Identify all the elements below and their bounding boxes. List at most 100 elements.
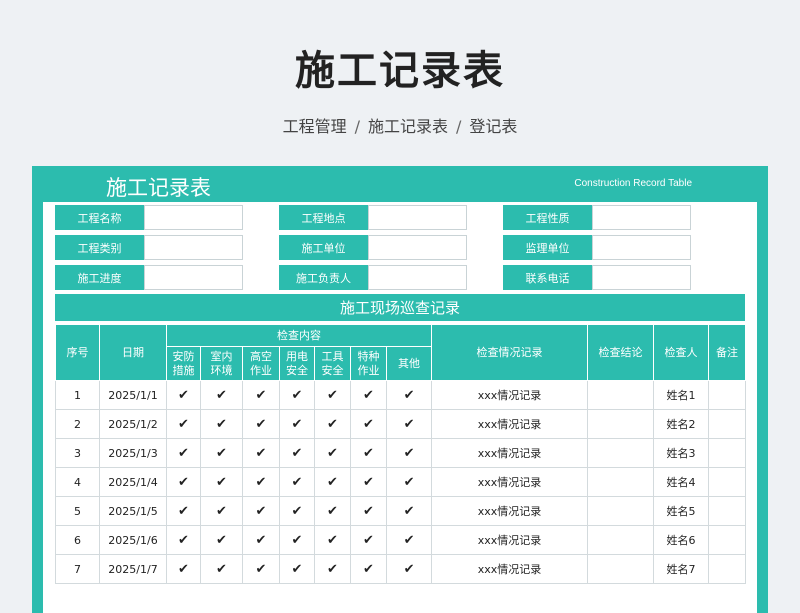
cell-remark[interactable] xyxy=(708,467,747,497)
cell-check-mark[interactable]: ✔ xyxy=(314,409,351,439)
cell-check-mark[interactable]: ✔ xyxy=(385,380,433,410)
cell-check-mark[interactable]: ✔ xyxy=(314,380,351,410)
cell-remark[interactable] xyxy=(708,438,747,468)
breadcrumb-item[interactable]: 施工记录表 xyxy=(368,117,448,136)
table-row[interactable]: 4 2025/1/4 ✔ ✔ ✔ ✔ ✔ ✔ ✔ xxx情况记录 姓名4 xyxy=(55,467,747,497)
cell-check-mark[interactable]: ✔ xyxy=(314,525,351,555)
table-row[interactable]: 5 2025/1/5 ✔ ✔ ✔ ✔ ✔ ✔ ✔ xxx情况记录 姓名5 xyxy=(55,496,747,526)
cell-check-mark[interactable]: ✔ xyxy=(166,380,201,410)
table-row[interactable]: 6 2025/1/6 ✔ ✔ ✔ ✔ ✔ ✔ ✔ xxx情况记录 姓名6 xyxy=(55,525,747,555)
cell-check-mark[interactable]: ✔ xyxy=(279,438,315,468)
cell-inspector[interactable]: 姓名4 xyxy=(653,467,710,497)
info-value-field[interactable] xyxy=(592,235,691,260)
info-value-field[interactable] xyxy=(144,265,243,290)
cell-conclusion[interactable] xyxy=(587,409,655,439)
cell-check-mark[interactable]: ✔ xyxy=(242,525,280,555)
cell-index[interactable]: 1 xyxy=(55,380,100,410)
cell-check-mark[interactable]: ✔ xyxy=(350,554,387,584)
cell-record[interactable]: xxx情况记录 xyxy=(431,467,589,497)
cell-remark[interactable] xyxy=(708,380,747,410)
cell-remark[interactable] xyxy=(708,409,747,439)
cell-index[interactable]: 4 xyxy=(55,467,100,497)
cell-check-mark[interactable]: ✔ xyxy=(200,525,243,555)
cell-remark[interactable] xyxy=(708,554,747,584)
cell-check-mark[interactable]: ✔ xyxy=(385,525,433,555)
info-value-field[interactable] xyxy=(144,235,243,260)
cell-index[interactable]: 3 xyxy=(55,438,100,468)
cell-check-mark[interactable]: ✔ xyxy=(314,438,351,468)
cell-date[interactable]: 2025/1/1 xyxy=(99,380,167,410)
cell-conclusion[interactable] xyxy=(587,554,655,584)
cell-remark[interactable] xyxy=(708,496,747,526)
info-value-field[interactable] xyxy=(144,205,243,230)
table-row[interactable]: 3 2025/1/3 ✔ ✔ ✔ ✔ ✔ ✔ ✔ xxx情况记录 姓名3 xyxy=(55,438,747,468)
cell-check-mark[interactable]: ✔ xyxy=(350,380,387,410)
cell-check-mark[interactable]: ✔ xyxy=(200,409,243,439)
table-row[interactable]: 2 2025/1/2 ✔ ✔ ✔ ✔ ✔ ✔ ✔ xxx情况记录 姓名2 xyxy=(55,409,747,439)
cell-record[interactable]: xxx情况记录 xyxy=(431,525,589,555)
table-row[interactable]: 7 2025/1/7 ✔ ✔ ✔ ✔ ✔ ✔ ✔ xxx情况记录 姓名7 xyxy=(55,554,747,584)
cell-conclusion[interactable] xyxy=(587,467,655,497)
info-value-field[interactable] xyxy=(368,235,467,260)
cell-check-mark[interactable]: ✔ xyxy=(279,496,315,526)
cell-inspector[interactable]: 姓名1 xyxy=(653,380,710,410)
cell-check-mark[interactable]: ✔ xyxy=(350,496,387,526)
cell-date[interactable]: 2025/1/3 xyxy=(99,438,167,468)
cell-record[interactable]: xxx情况记录 xyxy=(431,380,589,410)
cell-conclusion[interactable] xyxy=(587,525,655,555)
cell-check-mark[interactable]: ✔ xyxy=(166,554,201,584)
cell-check-mark[interactable]: ✔ xyxy=(350,525,387,555)
cell-check-mark[interactable]: ✔ xyxy=(385,554,433,584)
cell-conclusion[interactable] xyxy=(587,438,655,468)
cell-index[interactable]: 7 xyxy=(55,554,100,584)
cell-check-mark[interactable]: ✔ xyxy=(350,467,387,497)
cell-check-mark[interactable]: ✔ xyxy=(200,467,243,497)
cell-check-mark[interactable]: ✔ xyxy=(166,496,201,526)
cell-check-mark[interactable]: ✔ xyxy=(314,554,351,584)
cell-conclusion[interactable] xyxy=(587,380,655,410)
info-value-field[interactable] xyxy=(368,205,467,230)
info-value-field[interactable] xyxy=(368,265,467,290)
info-value-field[interactable] xyxy=(592,265,691,290)
cell-index[interactable]: 5 xyxy=(55,496,100,526)
cell-record[interactable]: xxx情况记录 xyxy=(431,438,589,468)
cell-check-mark[interactable]: ✔ xyxy=(279,554,315,584)
cell-index[interactable]: 2 xyxy=(55,409,100,439)
cell-check-mark[interactable]: ✔ xyxy=(385,496,433,526)
cell-check-mark[interactable]: ✔ xyxy=(350,438,387,468)
cell-check-mark[interactable]: ✔ xyxy=(166,409,201,439)
cell-check-mark[interactable]: ✔ xyxy=(242,380,280,410)
cell-date[interactable]: 2025/1/6 xyxy=(99,525,167,555)
cell-record[interactable]: xxx情况记录 xyxy=(431,496,589,526)
table-row[interactable]: 1 2025/1/1 ✔ ✔ ✔ ✔ ✔ ✔ ✔ xxx情况记录 姓名1 xyxy=(55,380,747,410)
breadcrumb-item[interactable]: 工程管理 xyxy=(283,117,347,136)
cell-inspector[interactable]: 姓名7 xyxy=(653,554,710,584)
cell-check-mark[interactable]: ✔ xyxy=(314,496,351,526)
cell-check-mark[interactable]: ✔ xyxy=(166,438,201,468)
cell-date[interactable]: 2025/1/4 xyxy=(99,467,167,497)
cell-conclusion[interactable] xyxy=(587,496,655,526)
cell-check-mark[interactable]: ✔ xyxy=(279,467,315,497)
cell-check-mark[interactable]: ✔ xyxy=(242,438,280,468)
cell-check-mark[interactable]: ✔ xyxy=(242,409,280,439)
cell-check-mark[interactable]: ✔ xyxy=(350,409,387,439)
cell-date[interactable]: 2025/1/5 xyxy=(99,496,167,526)
cell-inspector[interactable]: 姓名6 xyxy=(653,525,710,555)
cell-check-mark[interactable]: ✔ xyxy=(200,380,243,410)
cell-check-mark[interactable]: ✔ xyxy=(279,380,315,410)
cell-date[interactable]: 2025/1/2 xyxy=(99,409,167,439)
cell-check-mark[interactable]: ✔ xyxy=(242,496,280,526)
cell-check-mark[interactable]: ✔ xyxy=(385,467,433,497)
cell-inspector[interactable]: 姓名3 xyxy=(653,438,710,468)
cell-record[interactable]: xxx情况记录 xyxy=(431,554,589,584)
cell-inspector[interactable]: 姓名2 xyxy=(653,409,710,439)
cell-check-mark[interactable]: ✔ xyxy=(385,438,433,468)
cell-check-mark[interactable]: ✔ xyxy=(314,467,351,497)
cell-remark[interactable] xyxy=(708,525,747,555)
cell-check-mark[interactable]: ✔ xyxy=(242,554,280,584)
cell-check-mark[interactable]: ✔ xyxy=(200,554,243,584)
breadcrumb-item[interactable]: 登记表 xyxy=(469,117,517,136)
cell-check-mark[interactable]: ✔ xyxy=(385,409,433,439)
cell-check-mark[interactable]: ✔ xyxy=(279,409,315,439)
cell-check-mark[interactable]: ✔ xyxy=(200,496,243,526)
